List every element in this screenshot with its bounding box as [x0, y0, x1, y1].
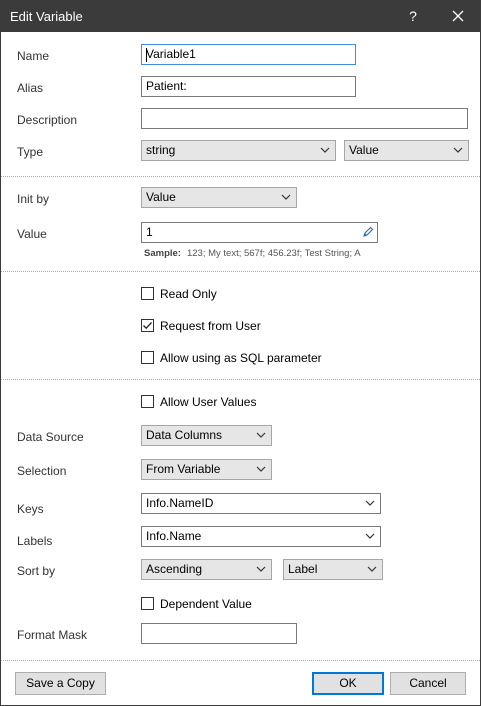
value-input-text: 1 — [146, 225, 153, 239]
section-divider — [1, 379, 480, 380]
name-input[interactable]: Variable1 — [141, 44, 356, 65]
chevron-down-icon — [256, 466, 266, 472]
keys-select[interactable]: Info.NameID — [141, 493, 381, 514]
chevron-down-icon — [453, 147, 463, 153]
sort-field-select-value: Label — [288, 562, 318, 576]
sample-label: Sample: — [144, 248, 181, 259]
type-kind-select-value: Value — [349, 143, 379, 157]
read-only-checkbox[interactable] — [141, 287, 154, 300]
description-input[interactable] — [141, 108, 468, 129]
sort-order-select[interactable]: Ascending — [141, 559, 272, 580]
init-by-select-value: Value — [146, 190, 176, 204]
chevron-down-icon — [281, 194, 291, 200]
checkmark-icon — [143, 322, 152, 330]
data-source-select-value: Data Columns — [146, 428, 223, 442]
alias-label: Alias — [17, 81, 44, 95]
save-a-copy-button[interactable]: Save a Copy — [15, 672, 106, 695]
allow-sql-parameter-label: Allow using as SQL parameter — [160, 351, 322, 365]
selection-label: Selection — [17, 464, 67, 478]
chevron-down-icon — [256, 566, 266, 572]
value-input[interactable]: 1 — [141, 222, 378, 243]
name-label: Name — [17, 49, 50, 63]
sort-by-label: Sort by — [17, 564, 56, 578]
alias-input[interactable]: Patient: — [141, 76, 356, 97]
section-divider — [1, 271, 480, 272]
sort-order-select-value: Ascending — [146, 562, 203, 576]
cancel-button[interactable]: Cancel — [390, 672, 466, 695]
read-only-label: Read Only — [160, 287, 217, 301]
close-icon — [452, 10, 464, 22]
keys-select-value: Info.NameID — [146, 496, 214, 510]
sample-hint: Sample: 123; My text; 567f; 456.23f; Test… — [144, 248, 361, 259]
ok-button[interactable]: OK — [312, 672, 384, 695]
request-from-user-label: Request from User — [160, 319, 261, 333]
format-mask-label: Format Mask — [17, 628, 88, 642]
labels-select-value: Info.Name — [146, 529, 202, 543]
selection-select[interactable]: From Variable — [141, 459, 272, 480]
edit-variable-dialog: Edit Variable ? Name Variable1 Alias Pat… — [0, 0, 481, 706]
labels-select[interactable]: Info.Name — [141, 526, 381, 547]
selection-select-value: From Variable — [146, 462, 221, 476]
chevron-down-icon — [365, 533, 375, 539]
section-divider — [1, 660, 480, 661]
format-mask-input[interactable] — [141, 623, 297, 644]
request-from-user-checkbox[interactable] — [141, 319, 154, 332]
close-button[interactable] — [443, 1, 473, 32]
chevron-down-icon — [367, 566, 377, 572]
help-button[interactable]: ? — [403, 1, 423, 32]
text-caret — [146, 48, 147, 62]
type-select[interactable]: string — [141, 140, 336, 161]
sample-text: 123; My text; 567f; 456.23f; Test String… — [186, 248, 361, 259]
dependent-value-label: Dependent Value — [160, 597, 252, 611]
allow-user-values-checkbox[interactable] — [141, 395, 154, 408]
title-bar: Edit Variable ? — [1, 1, 480, 32]
type-kind-select[interactable]: Value — [344, 140, 469, 161]
labels-label: Labels — [17, 534, 53, 548]
chevron-down-icon — [320, 147, 330, 153]
description-label: Description — [17, 113, 78, 127]
dependent-value-checkbox[interactable] — [141, 597, 154, 610]
type-label: Type — [17, 145, 44, 159]
section-divider — [1, 176, 480, 177]
sort-field-select[interactable]: Label — [283, 559, 383, 580]
data-source-select[interactable]: Data Columns — [141, 425, 272, 446]
value-label: Value — [17, 227, 47, 241]
window-title: Edit Variable — [10, 9, 83, 24]
init-by-select[interactable]: Value — [141, 187, 297, 208]
pencil-icon[interactable] — [362, 226, 374, 238]
init-by-label: Init by — [17, 192, 50, 206]
chevron-down-icon — [256, 432, 266, 438]
allow-user-values-label: Allow User Values — [160, 395, 257, 409]
allow-sql-parameter-checkbox[interactable] — [141, 351, 154, 364]
data-source-label: Data Source — [17, 430, 84, 444]
keys-label: Keys — [17, 502, 44, 516]
chevron-down-icon — [365, 500, 375, 506]
type-select-value: string — [146, 143, 176, 157]
